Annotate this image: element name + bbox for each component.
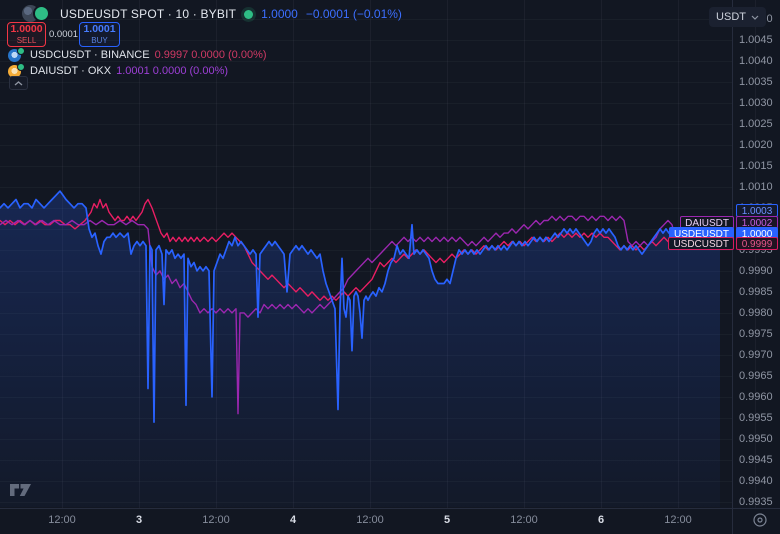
price-tick-label: 1.0005	[739, 202, 773, 214]
last-price: 1.0000	[261, 7, 298, 21]
price-tick-label: 0.9980	[739, 307, 773, 319]
chevron-up-icon	[14, 81, 23, 86]
price-tick-label: 0.9960	[739, 391, 773, 403]
price-tick-label: 1.0045	[739, 34, 773, 46]
time-axis[interactable]: 12:00 3 12:00 4 12:00 5 12:00 6 12:00	[0, 508, 780, 534]
time-tick-label: 12:00	[342, 514, 398, 526]
price-tick-label: 1.0000	[739, 223, 773, 235]
buy-button[interactable]: 1.0001 BUY	[79, 22, 120, 47]
compare-row-usdcusdt[interactable]: USDCUSDT · BINANCE 0.9997 0.0000 (0.00%)	[8, 47, 267, 62]
buy-price: 1.0001	[83, 24, 115, 35]
sell-button[interactable]: 1.0000 SELL	[7, 22, 46, 47]
currency-unit-button[interactable]: USDT	[709, 7, 766, 27]
time-tick-label: 5	[419, 514, 475, 526]
chart-canvas[interactable]	[0, 0, 780, 534]
price-tick-label: 0.9990	[739, 265, 773, 277]
time-tick-label: 6	[573, 514, 629, 526]
scale-reset-icon[interactable]	[751, 511, 769, 529]
currency-label: USDT	[716, 11, 746, 23]
price-tick-label: 0.9950	[739, 433, 773, 445]
compare-symbol: USDCUSDT · BINANCE	[30, 49, 150, 61]
price-tick-label: 1.0015	[739, 160, 773, 172]
market-status-icon[interactable]	[244, 10, 253, 19]
usdc-coin-icon	[8, 48, 25, 62]
compare-symbol: DAIUSDT · OKX	[30, 65, 111, 77]
price-tick-label: 0.9970	[739, 349, 773, 361]
price-tick-label: 0.9940	[739, 475, 773, 487]
price-change: −0.0001 (−0.01%)	[306, 7, 402, 21]
price-tick-label: 0.9955	[739, 412, 773, 424]
price-tick-label: 0.9945	[739, 454, 773, 466]
price-tick-label: 1.0020	[739, 139, 773, 151]
legend-collapse-button[interactable]	[9, 76, 28, 90]
spread-value: 0.0001	[49, 22, 77, 47]
main-series-area	[0, 191, 720, 507]
time-tick-label: 4	[265, 514, 321, 526]
price-tick-label: 1.0035	[739, 76, 773, 88]
time-tick-label: 12:00	[650, 514, 706, 526]
symbol-pair-icon	[22, 5, 52, 23]
sell-label: SELL	[17, 37, 37, 45]
time-tick-label: 12:00	[34, 514, 90, 526]
price-tick-label: 1.0010	[739, 181, 773, 193]
price-tick-label: 0.9965	[739, 370, 773, 382]
price-tick-label: 1.0030	[739, 97, 773, 109]
time-tick-label: 3	[111, 514, 167, 526]
tradingview-logo[interactable]	[10, 483, 32, 497]
chevron-down-icon	[751, 15, 759, 20]
price-tick-label: 0.9975	[739, 328, 773, 340]
price-tick-label: 0.9935	[739, 496, 773, 508]
price-tick-label: 1.0040	[739, 55, 773, 67]
main-symbol-row[interactable]: USDEUSDT SPOT · 10 · BYBIT 1.0000 −0.000…	[22, 5, 402, 23]
compare-quote: 1.0001 0.0000 (0.00%)	[116, 65, 228, 77]
compare-row-daiusdt[interactable]: DAIUSDT · OKX 1.0001 0.0000 (0.00%)	[8, 63, 228, 78]
compare-quote: 0.9997 0.0000 (0.00%)	[155, 49, 267, 61]
tradingview-chart-window: 1.00501.00451.00401.00351.00301.00251.00…	[0, 0, 780, 534]
price-tick-label: 1.0025	[739, 118, 773, 130]
time-tick-label: 12:00	[188, 514, 244, 526]
buy-label: BUY	[91, 37, 107, 45]
time-tick-label: 12:00	[496, 514, 552, 526]
price-axis[interactable]: 1.00501.00451.00401.00351.00301.00251.00…	[733, 0, 780, 508]
price-tick-label: 0.9995	[739, 244, 773, 256]
sell-price: 1.0000	[10, 24, 42, 35]
price-tick-label: 0.9985	[739, 286, 773, 298]
symbol-title: USDEUSDT SPOT · 10 · BYBIT	[60, 7, 236, 21]
